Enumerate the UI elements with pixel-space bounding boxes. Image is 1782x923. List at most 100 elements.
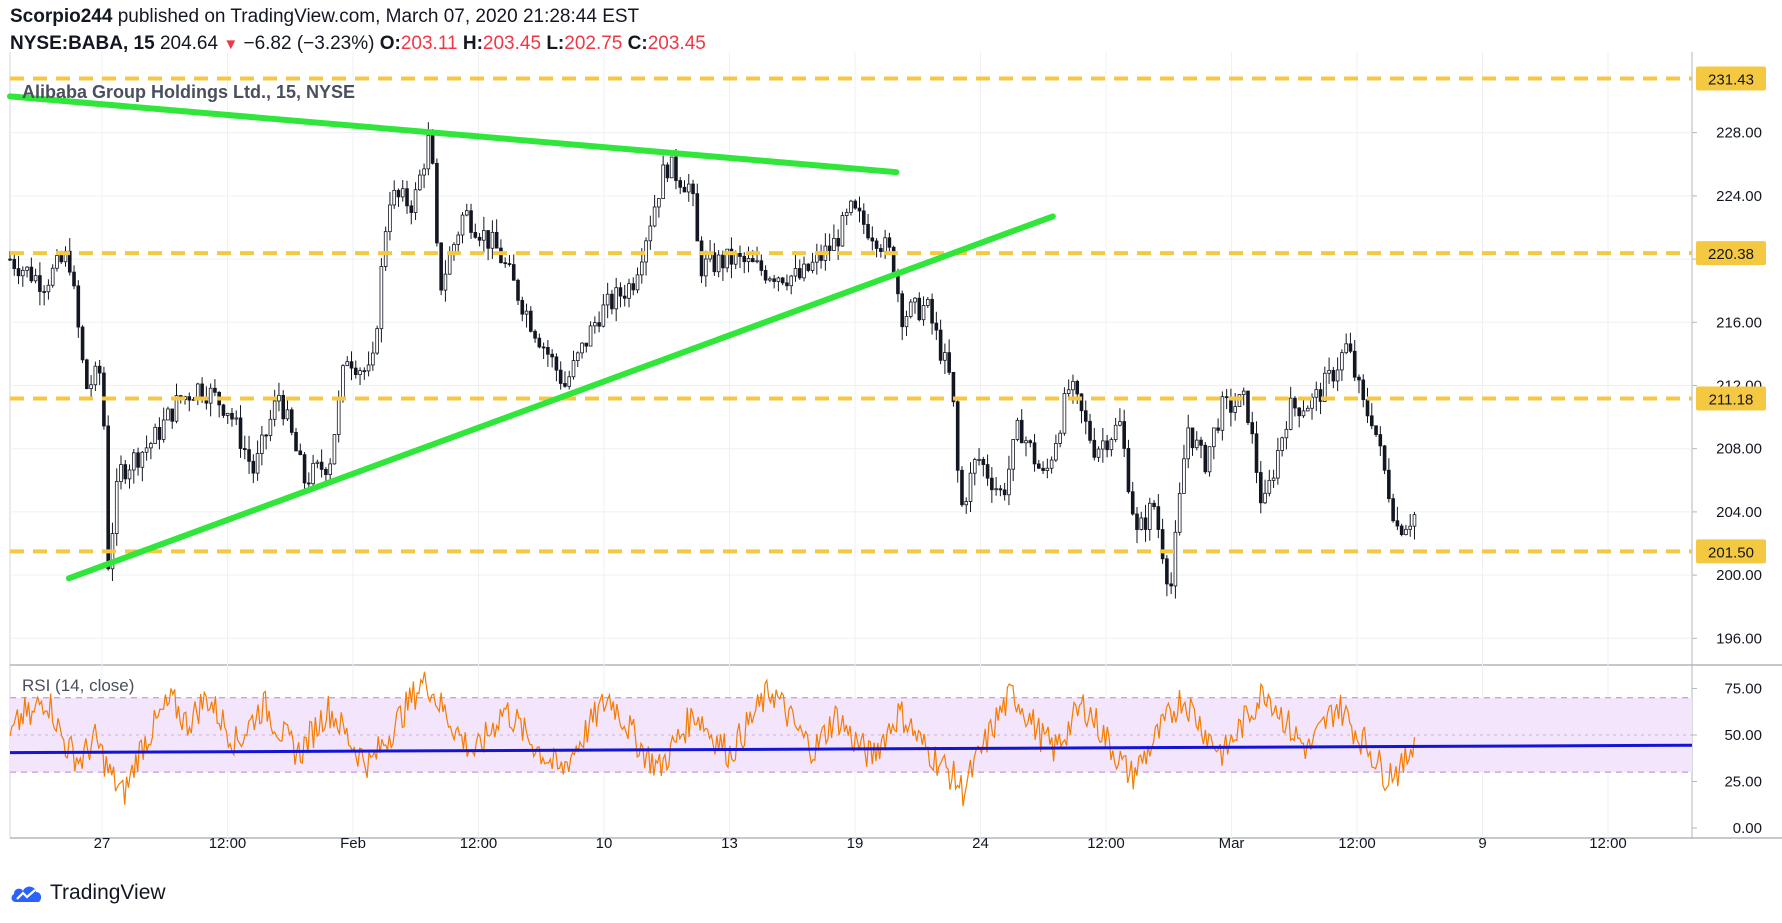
chart-canvas[interactable]: 27 12:00 Feb 12:00 10 13 19 24 12:00 Mar 12:00 9 12:… [0, 0, 1782, 923]
candle-body [371, 352, 375, 366]
candle-body [635, 274, 640, 291]
candle-body [1071, 381, 1075, 391]
symbol: NYSE:BABA, 15 [10, 33, 155, 54]
candle-body [1152, 502, 1156, 508]
candle-body [981, 459, 986, 465]
candle-body [742, 256, 747, 263]
candle-body [1237, 394, 1242, 408]
candle-body [8, 258, 12, 261]
published-text: published on TradingView.com, March 07, … [117, 6, 640, 27]
candle-body [319, 461, 324, 470]
candle-body [366, 364, 371, 372]
candle-body [1241, 390, 1246, 395]
price-tick-label: 204.00 [1716, 504, 1762, 521]
candle-body [1258, 472, 1263, 504]
candle-body [1404, 528, 1408, 535]
candle-body [119, 464, 123, 482]
candle-body [874, 240, 879, 249]
candle-body [153, 426, 157, 444]
time-tick-label: 12:00 [1338, 835, 1376, 852]
candle-body [302, 454, 307, 484]
candle-body [879, 248, 883, 252]
price-tick-label: 216.00 [1716, 314, 1762, 331]
high-value: 203.45 [482, 33, 542, 54]
candle-body [721, 254, 725, 269]
candle-body [883, 237, 887, 252]
candle-body [277, 394, 281, 402]
candle-body [1254, 433, 1259, 473]
candle-body [349, 361, 354, 369]
candle-body [964, 501, 969, 506]
open-label: O: [379, 33, 401, 54]
candle-body [601, 304, 606, 327]
candle-body [170, 408, 175, 422]
candle-body [127, 469, 132, 480]
candle-body [571, 360, 576, 378]
candle-body [921, 305, 926, 321]
candle-body [123, 464, 128, 480]
candle-body [1015, 419, 1020, 440]
candle-body [652, 206, 657, 227]
candle-body [776, 277, 781, 282]
brand-name: TradingView [50, 881, 166, 904]
candle-body [1002, 489, 1007, 496]
candle-body [388, 204, 392, 233]
candle-body [1357, 376, 1361, 381]
candle-body [499, 247, 503, 264]
candle-body [208, 387, 213, 404]
author[interactable]: Scorpio244 [10, 6, 112, 27]
candle-body [1288, 397, 1293, 430]
candle-body [1301, 410, 1306, 417]
candle-body [610, 293, 614, 310]
candle-body [699, 240, 704, 277]
candle-body [1263, 492, 1267, 504]
candle-body [1135, 513, 1139, 530]
candle-body [341, 365, 345, 398]
candle-body [332, 434, 337, 465]
candle-body [972, 459, 977, 474]
level-label: 231.43 [1708, 71, 1754, 88]
tradingview-logo[interactable]: TradingView [10, 881, 166, 905]
high-label: H: [462, 33, 483, 54]
candle-body [460, 214, 465, 236]
candle-body [418, 174, 422, 191]
candle-body [1109, 439, 1114, 451]
down-arrow-icon: ▼ [223, 36, 239, 53]
candle-body [149, 443, 153, 449]
candle-body [482, 230, 486, 241]
candle-body [644, 240, 648, 263]
candle-body [379, 266, 384, 330]
candle-body [221, 404, 226, 416]
candle-body [695, 193, 700, 242]
candle-body [712, 252, 717, 273]
candle-body [1369, 415, 1374, 427]
candle-body [789, 275, 794, 287]
time-tick-label: 19 [847, 835, 864, 852]
candle-body [144, 447, 149, 453]
price-tick-label: 196.00 [1716, 630, 1762, 647]
rsi-pane-title: RSI (14, close) [22, 676, 134, 695]
publish-line: Scorpio244 published on TradingView.com,… [10, 6, 639, 28]
candle-body [392, 189, 397, 206]
candle-body [1399, 525, 1404, 535]
candle-body [157, 426, 162, 440]
candle-body [46, 284, 51, 293]
candle-body [264, 434, 268, 437]
candle-body [260, 434, 264, 454]
candle-body [486, 230, 490, 249]
candle-body [938, 329, 943, 361]
candle-body [328, 463, 332, 475]
candle-body [588, 325, 593, 347]
time-tick-label: 27 [94, 835, 111, 852]
candle-body [1096, 448, 1101, 458]
candle-body [955, 401, 960, 471]
candle-body [1391, 498, 1395, 522]
candle-body [89, 384, 93, 390]
candle-body [469, 210, 473, 233]
candle-body [1139, 517, 1144, 530]
candle-body [443, 273, 448, 291]
candle-body [661, 164, 665, 199]
candle-body [16, 268, 21, 277]
candle-body [422, 168, 426, 176]
candle-body [1156, 506, 1161, 530]
